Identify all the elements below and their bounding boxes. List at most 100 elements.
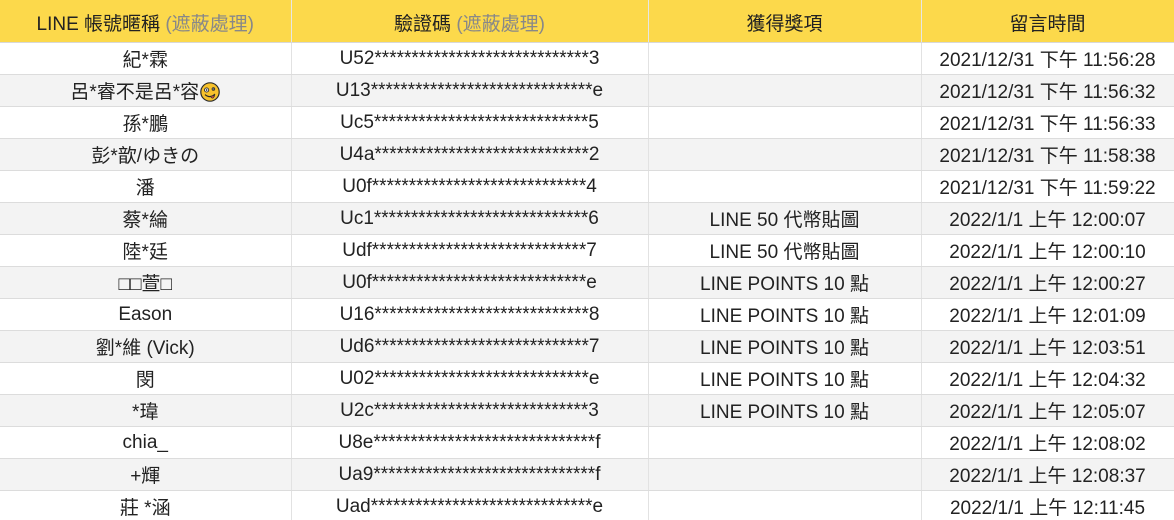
cell-comment-time[interactable]: 2022/1/1 上午 12:08:37 xyxy=(921,458,1174,491)
cell-verification-code[interactable]: Uc5*****************************5 xyxy=(291,106,649,139)
cell-comment-time[interactable]: 2022/1/1 上午 12:11:45 xyxy=(921,490,1174,520)
cell-verification-code[interactable]: Uc1*****************************6 xyxy=(291,202,649,235)
nickname-text: 潘 xyxy=(135,178,155,199)
cell-prize[interactable]: LINE 50 代幣貼圖 xyxy=(648,234,922,267)
cell-nickname[interactable]: □□萱□ xyxy=(0,266,292,299)
cell-comment-time[interactable]: 2021/12/31 下午 11:56:32 xyxy=(921,74,1174,107)
cell-nickname[interactable]: 劉*維 (Vick) xyxy=(0,330,292,363)
cell-verification-code[interactable]: Ud6*****************************7 xyxy=(291,330,649,363)
cell-verification-code[interactable]: U52*****************************3 xyxy=(291,42,649,75)
cell-verification-code[interactable]: Ua9******************************f xyxy=(291,458,649,491)
cell-nickname[interactable]: chia_ xyxy=(0,426,292,459)
table-row: *瑋 U2c*****************************3 LINE … xyxy=(0,394,1174,427)
cell-prize[interactable]: LINE POINTS 10 點 xyxy=(648,362,922,395)
cell-nickname[interactable]: 彭*歆/ゆきの xyxy=(0,138,292,171)
table-row: 呂*睿不是呂*容 U13*****************************… xyxy=(0,74,1174,107)
cell-comment-time[interactable]: 2021/12/31 下午 11:56:33 xyxy=(921,106,1174,139)
cell-comment-time[interactable]: 2022/1/1 上午 12:00:27 xyxy=(921,266,1174,299)
table-row: 閔 U02*****************************e LINE P… xyxy=(0,362,1174,395)
cell-prize[interactable]: LINE POINTS 10 點 xyxy=(648,394,922,427)
spreadsheet: LINE 帳號暱稱 (遮蔽處理) 驗證碼 (遮蔽處理) 獲得獎項 留言時間 紀*… xyxy=(0,0,1174,520)
cell-verification-code[interactable]: U0f*****************************e xyxy=(291,266,649,299)
header-note: (遮蔽處理) xyxy=(456,14,545,35)
cell-comment-time[interactable]: 2022/1/1 上午 12:01:09 xyxy=(921,298,1174,331)
table-row: 蔡*綸 Uc1*****************************6 LINE… xyxy=(0,202,1174,235)
nickname-text: 閔 xyxy=(135,370,155,391)
table-row: 莊 *涵 Uad******************************e 20… xyxy=(0,490,1174,520)
cell-verification-code[interactable]: Uad******************************e xyxy=(291,490,649,520)
header-label: LINE 帳號暱稱 xyxy=(36,14,166,35)
zany-face-emoji xyxy=(200,82,220,102)
header-prize[interactable]: 獲得獎項 xyxy=(648,0,922,43)
cell-nickname[interactable]: 潘 xyxy=(0,170,292,203)
cell-prize[interactable] xyxy=(648,74,922,107)
cell-prize[interactable] xyxy=(648,138,922,171)
cell-verification-code[interactable]: U4a*****************************2 xyxy=(291,138,649,171)
cell-prize[interactable] xyxy=(648,170,922,203)
cell-prize[interactable]: LINE 50 代幣貼圖 xyxy=(648,202,922,235)
cell-comment-time[interactable]: 2022/1/1 上午 12:08:02 xyxy=(921,426,1174,459)
nickname-text: 陸*廷 xyxy=(122,242,168,263)
cell-nickname[interactable]: 呂*睿不是呂*容 xyxy=(0,74,292,107)
cell-prize[interactable]: LINE POINTS 10 點 xyxy=(648,298,922,331)
cell-verification-code[interactable]: U16*****************************8 xyxy=(291,298,649,331)
table-row: Eason U16*****************************8 LI… xyxy=(0,298,1174,331)
cell-comment-time[interactable]: 2022/1/1 上午 12:05:07 xyxy=(921,394,1174,427)
cell-nickname[interactable]: 陸*廷 xyxy=(0,234,292,267)
nickname-text: 紀*霖 xyxy=(122,50,168,71)
header-label: 驗證碼 xyxy=(394,14,457,35)
header-row: LINE 帳號暱稱 (遮蔽處理) 驗證碼 (遮蔽處理) 獲得獎項 留言時間 xyxy=(0,0,1174,43)
nickname-text: 莊 *涵 xyxy=(119,498,171,519)
header-line-nickname[interactable]: LINE 帳號暱稱 (遮蔽處理) xyxy=(0,0,292,43)
cell-prize[interactable] xyxy=(648,106,922,139)
nickname-text: □□萱□ xyxy=(118,274,172,295)
table-row: +輝 Ua9******************************f 2022… xyxy=(0,458,1174,491)
cell-comment-time[interactable]: 2021/12/31 下午 11:58:38 xyxy=(921,138,1174,171)
cell-verification-code[interactable]: U13******************************e xyxy=(291,74,649,107)
nickname-text: +輝 xyxy=(130,466,161,487)
cell-comment-time[interactable]: 2022/1/1 上午 12:03:51 xyxy=(921,330,1174,363)
cell-nickname[interactable]: Eason xyxy=(0,298,292,331)
cell-nickname[interactable]: 莊 *涵 xyxy=(0,490,292,520)
cell-nickname[interactable]: +輝 xyxy=(0,458,292,491)
cell-nickname[interactable]: 蔡*綸 xyxy=(0,202,292,235)
cell-comment-time[interactable]: 2022/1/1 上午 12:00:10 xyxy=(921,234,1174,267)
cell-prize[interactable]: LINE POINTS 10 點 xyxy=(648,330,922,363)
nickname-text: 孫*鵬 xyxy=(122,114,168,135)
cell-nickname[interactable]: 閔 xyxy=(0,362,292,395)
cell-prize[interactable] xyxy=(648,458,922,491)
cell-comment-time[interactable]: 2021/12/31 下午 11:56:28 xyxy=(921,42,1174,75)
header-verification-code[interactable]: 驗證碼 (遮蔽處理) xyxy=(291,0,649,43)
cell-verification-code[interactable]: U8e******************************f xyxy=(291,426,649,459)
cell-prize[interactable] xyxy=(648,490,922,520)
cell-nickname[interactable]: *瑋 xyxy=(0,394,292,427)
nickname-text: 蔡*綸 xyxy=(122,210,168,231)
nickname-text: chia_ xyxy=(122,431,168,453)
cell-prize[interactable] xyxy=(648,42,922,75)
cell-verification-code[interactable]: U2c*****************************3 xyxy=(291,394,649,427)
nickname-text: 彭*歆/ゆきの xyxy=(91,146,200,167)
header-note: (遮蔽處理) xyxy=(165,14,254,35)
cell-verification-code[interactable]: Udf*****************************7 xyxy=(291,234,649,267)
cell-prize[interactable]: LINE POINTS 10 點 xyxy=(648,266,922,299)
cell-comment-time[interactable]: 2022/1/1 上午 12:00:07 xyxy=(921,202,1174,235)
nickname-text: 劉*維 (Vick) xyxy=(95,338,195,359)
cell-nickname[interactable]: 孫*鵬 xyxy=(0,106,292,139)
table-row: 紀*霖 U52*****************************3 2021… xyxy=(0,42,1174,75)
table-row: 孫*鵬 Uc5*****************************5 2021… xyxy=(0,106,1174,139)
cell-comment-time[interactable]: 2021/12/31 下午 11:59:22 xyxy=(921,170,1174,203)
nickname-text: 呂*睿不是呂*容 xyxy=(70,82,200,103)
cell-nickname[interactable]: 紀*霖 xyxy=(0,42,292,75)
table-row: □□萱□ U0f*****************************e LIN… xyxy=(0,266,1174,299)
table-row: chia_ U8e******************************f 2… xyxy=(0,426,1174,459)
nickname-text: *瑋 xyxy=(132,402,159,423)
table-row: 彭*歆/ゆきの U4a*****************************2… xyxy=(0,138,1174,171)
cell-comment-time[interactable]: 2022/1/1 上午 12:04:32 xyxy=(921,362,1174,395)
cell-verification-code[interactable]: U02*****************************e xyxy=(291,362,649,395)
header-comment-time[interactable]: 留言時間 xyxy=(921,0,1174,43)
table-row: 陸*廷 Udf*****************************7 LINE… xyxy=(0,234,1174,267)
table-row: 潘 U0f*****************************4 2021/1… xyxy=(0,170,1174,203)
cell-verification-code[interactable]: U0f*****************************4 xyxy=(291,170,649,203)
cell-prize[interactable] xyxy=(648,426,922,459)
winners-table: LINE 帳號暱稱 (遮蔽處理) 驗證碼 (遮蔽處理) 獲得獎項 留言時間 紀*… xyxy=(0,0,1174,520)
